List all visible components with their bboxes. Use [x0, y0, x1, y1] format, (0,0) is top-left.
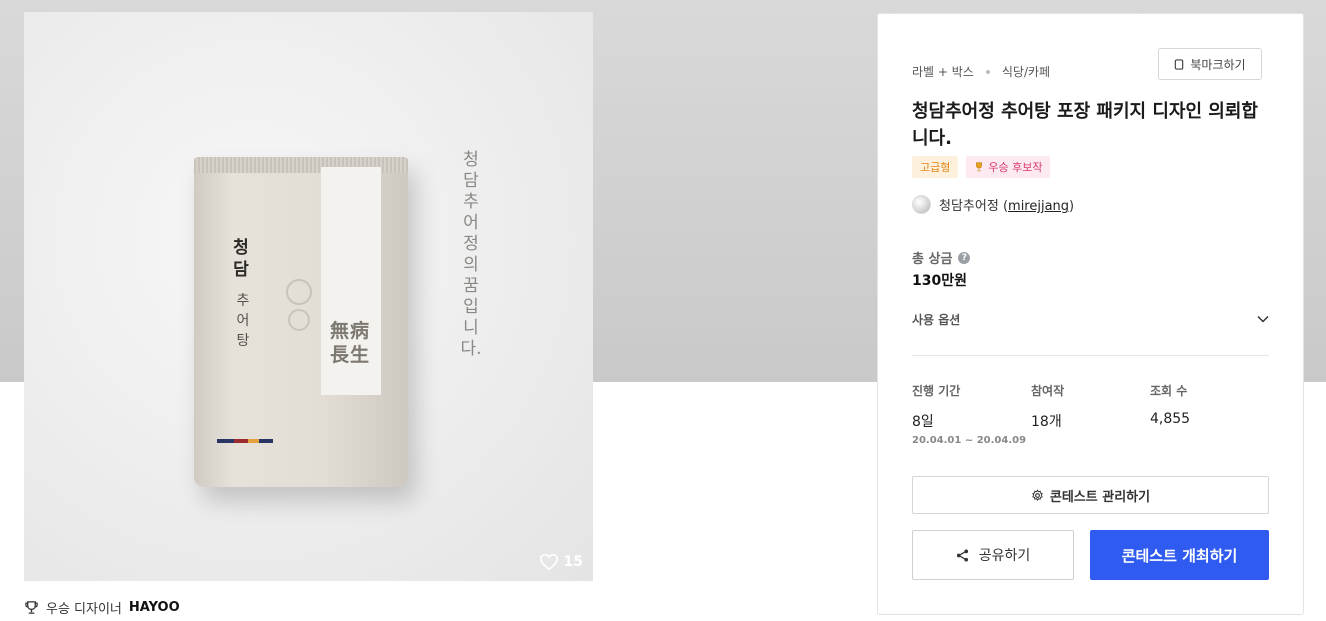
stat-views: 조회 수 4,855 [1150, 382, 1190, 427]
winner-designer: 우승 디자이너 HAYOO [24, 598, 180, 617]
badge-group: 고급형 우승 후보작 [912, 156, 1051, 178]
owner-paren-close: ) [1069, 199, 1075, 214]
separator-dot [985, 69, 990, 74]
category-main[interactable]: 라벨 + 박스 [912, 63, 974, 80]
prize-value: 130만원 [912, 273, 967, 289]
winner-name[interactable]: HAYOO [129, 600, 180, 615]
host-contest-button[interactable]: 콘테스트 개최하기 [1090, 530, 1269, 580]
manage-contest-label: 콘테스트 관리하기 [1049, 489, 1151, 505]
trophy-icon [976, 162, 983, 172]
pouch-color-stripes [217, 439, 273, 443]
pouch-illustration: 청담 추어탕 無病長生 [194, 157, 408, 487]
trophy-icon [25, 601, 38, 614]
contest-title: 청담추어정 추어탕 포장 패키지 디자인 의뢰합니다. [912, 101, 1258, 149]
help-icon[interactable]: ? [958, 251, 971, 264]
category-sub[interactable]: 식당/카페 [1002, 63, 1050, 80]
options-label: 사용 옵션 [912, 312, 961, 327]
pouch-sub-text: 추어탕 [236, 293, 250, 349]
stat-label: 진행 기간 [912, 384, 961, 398]
stat-value: 8일 [912, 414, 934, 430]
product-image[interactable]: 청담 추어탕 無病長生 청담추어정의꿈입니다. 15 [24, 12, 593, 581]
prize-label-row: 총 상금 ? [912, 248, 971, 267]
divider [912, 355, 1269, 356]
like-button[interactable]: 15 [539, 553, 583, 571]
prize-label: 총 상금 [912, 252, 953, 267]
avatar[interactable] [912, 195, 931, 214]
share-label: 공유하기 [978, 548, 1031, 564]
contest-info-panel: 라벨 + 박스 식당/카페 북마크하기 청담추어정 추어탕 포장 패키지 디자인… [877, 13, 1304, 615]
stat-value: 4,855 [1150, 411, 1191, 427]
owner-handle-link[interactable]: mirejjang [1008, 199, 1069, 214]
pouch-circle-mark [286, 279, 312, 305]
premium-badge: 고급형 [912, 156, 959, 178]
manage-contest-button[interactable]: 콘테스트 관리하기 [912, 476, 1269, 514]
gear-icon [1032, 488, 1043, 501]
share-button[interactable]: 공유하기 [912, 530, 1074, 580]
chevron-down-icon [1257, 315, 1269, 323]
candidate-badge-label: 우승 후보작 [988, 161, 1043, 174]
category-breadcrumb: 라벨 + 박스 식당/카페 [912, 63, 1050, 80]
candidate-badge: 우승 후보작 [966, 156, 1051, 178]
owner-row: 청담추어정 (mirejjang) [912, 195, 1074, 214]
stat-label: 참여작 [1031, 384, 1065, 398]
stat-entries: 참여작 18개 [1031, 382, 1064, 431]
bookmark-icon [1175, 58, 1184, 70]
pouch-seal-text: 無病長生 [329, 320, 370, 366]
bookmark-label: 북마크하기 [1190, 57, 1246, 72]
winner-label: 우승 디자이너 [46, 602, 122, 617]
duration-range: 20.04.01 ~ 20.04.09 [912, 435, 1027, 446]
share-icon [956, 548, 968, 562]
stat-duration: 진행 기간 8일 20.04.01 ~ 20.04.09 [912, 382, 1026, 446]
options-dropdown[interactable]: 사용 옵션 [912, 309, 1269, 329]
owner-name: 청담추어정 [939, 199, 999, 214]
stat-value: 18개 [1031, 414, 1062, 430]
bookmark-button[interactable]: 북마크하기 [1158, 48, 1262, 80]
pouch-circle-mark [288, 309, 310, 331]
like-count: 15 [563, 554, 583, 570]
heart-icon [539, 553, 558, 571]
pouch-brand-text: 청담 [233, 238, 249, 280]
stat-label: 조회 수 [1150, 384, 1188, 398]
vertical-slogan: 청담추어정의꿈입니다. [460, 150, 482, 359]
